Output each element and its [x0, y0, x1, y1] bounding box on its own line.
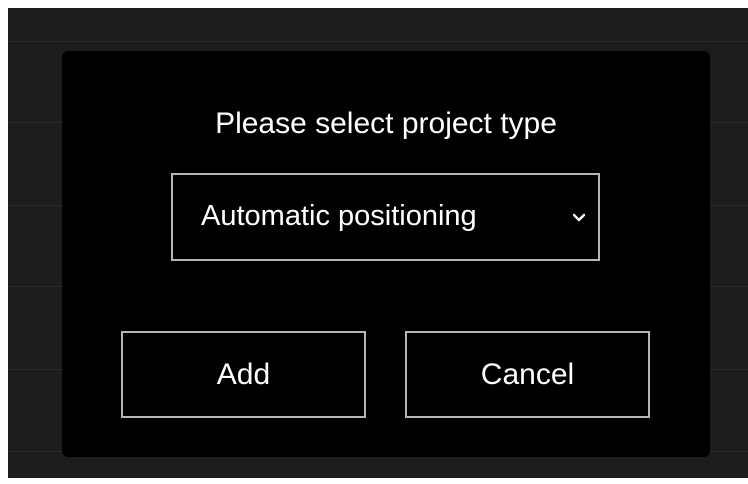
chevron-down-icon — [572, 213, 586, 222]
backdrop-divider — [8, 41, 748, 42]
cancel-button[interactable]: Cancel — [405, 331, 650, 418]
dialog-title: Please select project type — [215, 107, 557, 140]
project-type-select[interactable]: Automatic positioning — [171, 173, 600, 261]
project-type-select-value: Automatic positioning — [201, 200, 477, 232]
add-button[interactable]: Add — [121, 331, 366, 418]
project-type-dialog: Please select project type Automatic pos… — [62, 51, 710, 457]
